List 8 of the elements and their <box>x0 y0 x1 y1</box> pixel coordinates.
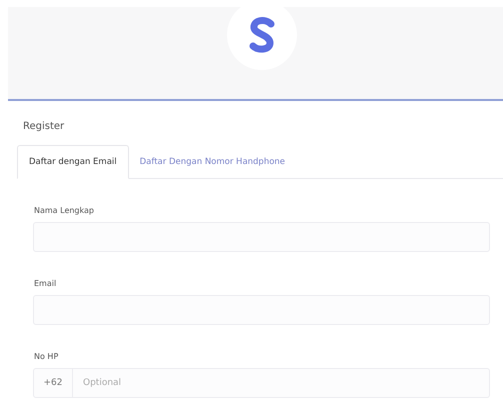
phone-field[interactable]: Optional <box>73 368 490 398</box>
tab[interactable]: Daftar Dengan Nomor Handphone <box>128 145 296 178</box>
field-label: No HP <box>34 352 60 361</box>
page-title: Register <box>23 121 66 132</box>
country-code: +62 <box>33 368 73 398</box>
field-label: Email <box>34 279 58 288</box>
field-label: Nama Lengkap <box>34 206 95 215</box>
tab[interactable]: Daftar dengan Email <box>17 145 129 179</box>
